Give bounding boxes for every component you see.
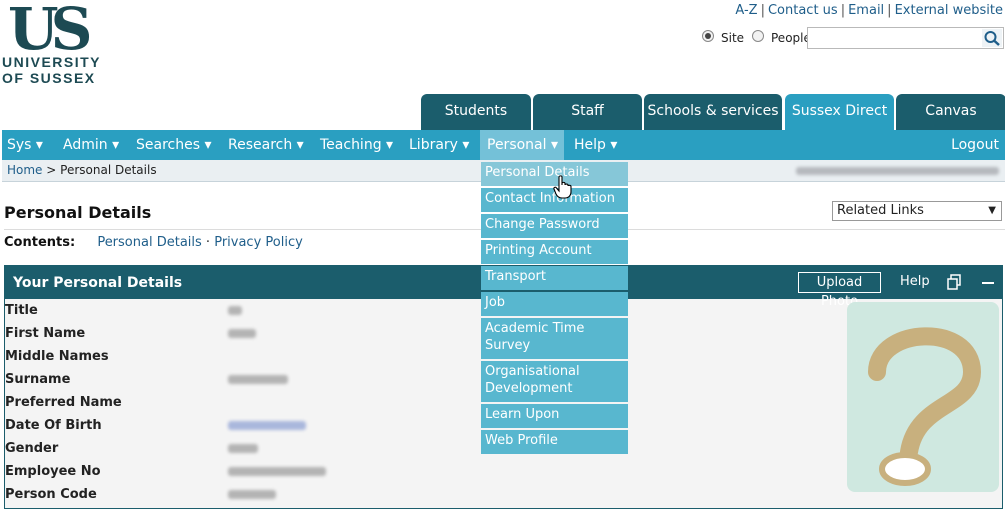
- search-icon[interactable]: [982, 29, 1002, 47]
- radio-people-label: People: [771, 31, 811, 45]
- logo-mark: US: [8, 0, 92, 63]
- logo-text-line2: OF SUSSEX: [2, 70, 96, 86]
- menu-item-organisational-development[interactable]: Organisational Development: [481, 361, 628, 402]
- menu-item-job[interactable]: Job: [481, 292, 628, 316]
- contents-separator: ·: [205, 235, 211, 250]
- radio-site[interactable]: [702, 30, 714, 42]
- nav-library[interactable]: Library ▾: [409, 130, 469, 160]
- field-row-gender: Gender: [5, 437, 835, 460]
- copy-icon[interactable]: [946, 274, 962, 290]
- page-title: Personal Details: [4, 203, 152, 222]
- question-mark-icon: [868, 327, 982, 486]
- menu-item-transport[interactable]: Transport: [481, 266, 628, 290]
- tab-canvas[interactable]: Canvas: [896, 94, 1005, 130]
- redacted-value: [228, 444, 258, 453]
- panel-title: Your Personal Details: [13, 275, 183, 291]
- redacted-value: [228, 329, 256, 338]
- main-nav: Sys ▾ Admin ▾ Searches ▾ Research ▾ Teac…: [2, 130, 1005, 160]
- breadcrumb-separator: >: [46, 163, 57, 177]
- field-row-title: Title: [5, 299, 835, 322]
- contents-label: Contents:: [4, 235, 76, 250]
- related-links-select[interactable]: Related Links ▼: [832, 201, 1002, 221]
- redacted-value: [228, 467, 326, 476]
- field-row-person-code: Person Code: [5, 483, 835, 506]
- profile-photo-placeholder[interactable]: [847, 302, 999, 492]
- separator: |: [840, 3, 846, 18]
- redacted-value: [228, 375, 288, 384]
- nav-teaching[interactable]: Teaching ▾: [320, 130, 393, 160]
- chevron-down-icon: ▼: [988, 205, 996, 216]
- field-row-middle-names: Middle Names: [5, 345, 835, 368]
- separator: |: [760, 3, 765, 18]
- field-label-preferred-name: Preferred Name: [5, 395, 122, 410]
- nav-searches[interactable]: Searches ▾: [136, 130, 211, 160]
- link-email[interactable]: Email: [848, 3, 884, 18]
- link-a-z[interactable]: A-Z: [735, 3, 757, 18]
- related-links-value: Related Links: [837, 203, 924, 218]
- search-area: Site People: [700, 27, 1004, 49]
- link-contact-us[interactable]: Contact us: [768, 3, 838, 18]
- breadcrumb-current: Personal Details: [60, 163, 157, 177]
- separator: |: [887, 3, 892, 18]
- nav-admin[interactable]: Admin ▾: [63, 130, 119, 160]
- minimize-icon[interactable]: [980, 274, 996, 290]
- field-row-preferred-name: Preferred Name: [5, 391, 835, 414]
- breadcrumb-home[interactable]: Home: [7, 163, 42, 177]
- field-row-employee-no: Employee No: [5, 460, 835, 483]
- contents-bar: Contents: Personal Details · Privacy Pol…: [4, 235, 303, 250]
- logout-link[interactable]: Logout: [951, 130, 999, 160]
- field-label-date-of-birth: Date Of Birth: [5, 418, 102, 433]
- tab-staff[interactable]: Staff: [533, 94, 642, 130]
- field-label-first-name: First Name: [5, 326, 86, 341]
- field-label-middle-names: Middle Names: [5, 349, 109, 364]
- field-label-gender: Gender: [5, 441, 59, 456]
- radio-people[interactable]: [752, 30, 764, 42]
- search-input[interactable]: [807, 27, 1004, 49]
- tab-students[interactable]: Students: [421, 94, 531, 130]
- link-external-website[interactable]: External website: [895, 3, 1003, 18]
- utility-links: A-Z | Contact us | Email | External website: [735, 3, 1003, 18]
- logo-text-line1: UNIVERSITY: [2, 54, 102, 70]
- upload-photo-button[interactable]: Upload Photo: [798, 272, 881, 309]
- menu-item-learn-upon[interactable]: Learn Upon: [481, 404, 628, 428]
- nav-sys[interactable]: Sys ▾: [7, 130, 43, 160]
- tab-schools-services[interactable]: Schools & services: [644, 94, 782, 130]
- redacted-user-info: [796, 167, 999, 175]
- panel-help-link[interactable]: Help: [900, 274, 930, 289]
- nav-help[interactable]: Help ▾: [574, 130, 617, 160]
- tab-sussex-direct[interactable]: Sussex Direct: [785, 94, 894, 130]
- redacted-value: [228, 306, 242, 315]
- field-label-title: Title: [5, 303, 38, 318]
- field-label-employee-no: Employee No: [5, 464, 101, 479]
- menu-item-web-profile[interactable]: Web Profile: [481, 430, 628, 454]
- field-row-date-of-birth: Date Of Birth: [5, 414, 835, 437]
- redacted-value: [228, 490, 276, 499]
- field-row-surname: Surname: [5, 368, 835, 391]
- hand-cursor-icon: [553, 175, 572, 199]
- nav-personal[interactable]: Personal ▾: [480, 130, 564, 160]
- field-label-surname: Surname: [5, 372, 71, 387]
- nav-research[interactable]: Research ▾: [228, 130, 304, 160]
- menu-item-printing-account[interactable]: Printing Account: [481, 240, 628, 264]
- contents-link-personal-details[interactable]: Personal Details: [97, 235, 201, 250]
- menu-item-change-password[interactable]: Change Password: [481, 214, 628, 238]
- university-logo[interactable]: US UNIVERSITY OF SUSSEX: [2, 0, 112, 86]
- radio-site-label: Site: [721, 31, 745, 45]
- contents-link-privacy-policy[interactable]: Privacy Policy: [214, 235, 303, 250]
- redacted-value: [228, 421, 306, 430]
- field-row-first-name: First Name: [5, 322, 835, 345]
- menu-item-academic-time-survey[interactable]: Academic Time Survey: [481, 318, 628, 359]
- field-label-person-code: Person Code: [5, 487, 97, 502]
